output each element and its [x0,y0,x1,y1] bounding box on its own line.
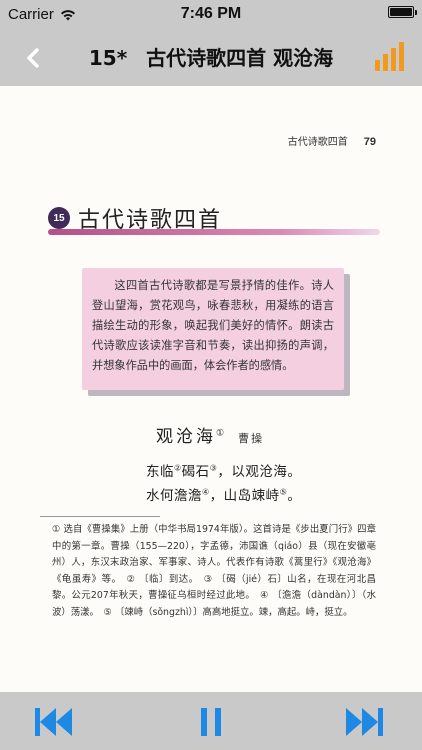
lesson-name: 古代诗歌四首 观沧海 [146,46,334,70]
skip-next-icon [346,708,383,736]
bar-chart-icon [375,42,404,71]
poem-line-2: 水何澹澹④，山岛竦峙⑤。 [146,487,302,505]
poem-line-1: 东临②碣石③，以观沧海。 [146,463,302,481]
lesson-badge: 15 [48,207,70,229]
pause-icon [201,708,221,736]
battery-level [390,8,412,16]
intro-box: 这四首古代诗歌都是写景抒情的佳作。诗人登山望海，赏花观鸟，咏春悲秋，用凝练的语言… [82,268,344,390]
page-number: 79 [363,136,376,148]
lesson-divider [48,229,380,235]
pause-button[interactable] [190,704,232,740]
footnote-divider [40,516,160,517]
intro-text: 这四首古代诗歌都是写景抒情的佳作。诗人登山望海，赏花观鸟，咏春悲秋，用凝练的语言… [92,279,334,372]
poem-heading: 观沧海① 曹操 [156,422,264,447]
textbook-page: 古代诗歌四首 79 15 古代诗歌四首 这四首古代诗歌都是写景抒情的佳作。诗人登… [0,86,422,692]
poem-title: 观沧海① [156,427,225,447]
status-time: 7:46 PM [180,5,242,22]
next-button[interactable] [344,704,386,740]
chevron-left-icon [27,48,39,68]
running-head: 古代诗歌四首 79 [288,133,376,148]
skip-previous-icon [35,708,72,736]
status-right [388,6,417,18]
back-button[interactable] [18,42,50,74]
status-bar: Carrier 7:46 PM [0,0,422,30]
battery-icon [388,6,417,18]
nav-bar: 15* 古代诗歌四首 观沧海 [0,30,422,86]
stats-button[interactable] [372,40,406,74]
running-head-title: 古代诗歌四首 [287,137,348,148]
previous-button[interactable] [32,704,74,740]
footnotes: ① 选自《曹操集》上册（中华书局1974年版）。这首诗是《步出夏门行》四章中的第… [52,524,376,618]
nav-title: 15* 古代诗歌四首 观沧海 [62,42,360,71]
player-toolbar [0,692,422,750]
lesson-number: 15* [88,46,128,70]
poem-author: 曹操 [238,432,265,445]
